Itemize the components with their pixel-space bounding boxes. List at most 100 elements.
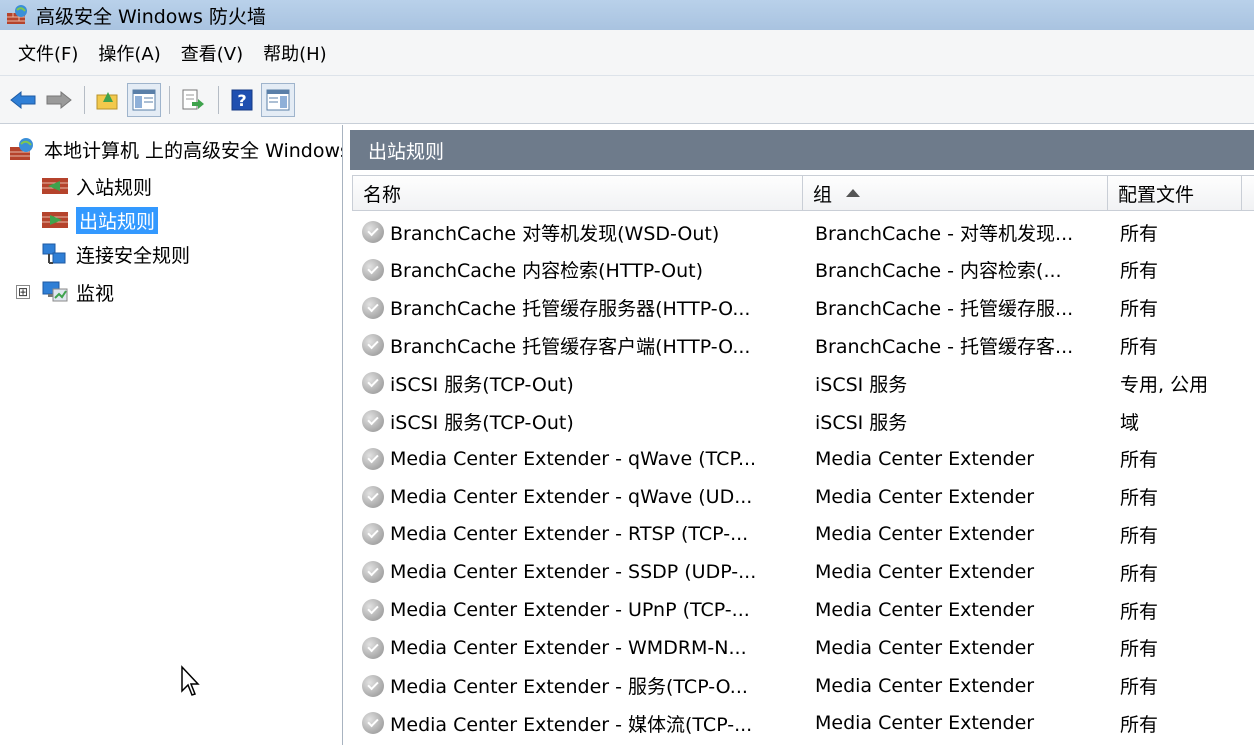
forward-button[interactable]	[42, 83, 76, 117]
rule-group: Media Center Extender	[815, 485, 1035, 508]
forward-icon	[46, 90, 72, 109]
rule-name: Media Center Extender - SSDP (UDP-...	[390, 561, 757, 584]
cell-name: BranchCache 内容检索(HTTP-Out)	[362, 251, 802, 289]
export-list-button[interactable]	[176, 83, 210, 117]
rule-profile: 所有	[1120, 638, 1159, 661]
table-row[interactable]: iSCSI 服务(TCP-Out) iSCSI 服务 专用, 公用	[344, 364, 1254, 402]
tree-item-outbound-rules[interactable]: 出站规则	[40, 203, 159, 237]
rule-group: BranchCache - 托管缓存客...	[815, 335, 1074, 358]
cell-name: Media Center Extender - 媒体流(TCP-...	[362, 704, 802, 742]
back-icon	[10, 90, 36, 109]
menu-help[interactable]: 帮助(H)	[253, 34, 337, 72]
console-tree: 本地计算机 上的高级安全 Windows 防火墙 入站规则 出站规则	[0, 125, 343, 745]
rule-group: BranchCache - 内容检索(...	[815, 260, 1062, 283]
rule-profile: 所有	[1120, 449, 1159, 472]
rule-name: Media Center Extender - qWave (TCP...	[390, 447, 757, 470]
tree-item-label: 出站规则	[76, 206, 159, 234]
table-row[interactable]: Media Center Extender - RTSP (TCP-... Med…	[344, 515, 1254, 553]
column-header-group[interactable]: 组	[803, 175, 1108, 211]
column-header-label: 名称	[363, 183, 402, 206]
rule-name: iSCSI 服务(TCP-Out)	[390, 373, 574, 396]
firewall-icon	[8, 136, 38, 162]
table-row[interactable]: Media Center Extender - 服务(TCP-O... Media…	[344, 667, 1254, 705]
table-row[interactable]: iSCSI 服务(TCP-Out) iSCSI 服务 域	[344, 402, 1254, 440]
help-icon: ?	[231, 89, 253, 110]
rule-group: Media Center Extender	[815, 599, 1035, 621]
rule-enabled-icon	[362, 561, 384, 584]
rule-enabled-icon	[362, 712, 384, 735]
rule-profile: 所有	[1120, 524, 1159, 547]
rule-enabled-icon	[362, 410, 384, 432]
rule-profile: 所有	[1120, 713, 1159, 736]
menu-file[interactable]: 文件(F)	[8, 34, 88, 72]
rule-name: BranchCache 内容检索(HTTP-Out)	[390, 260, 704, 283]
rule-enabled-icon	[362, 334, 384, 357]
sort-ascending-icon	[846, 189, 861, 197]
rule-profile: 专用, 公用	[1120, 373, 1209, 396]
menu-view[interactable]: 查看(V)	[171, 34, 253, 72]
back-button[interactable]	[6, 83, 40, 117]
table-row[interactable]: Media Center Extender - qWave (UD... Medi…	[344, 478, 1254, 516]
rule-profile: 所有	[1120, 222, 1159, 245]
rule-name: BranchCache 对等机发现(WSD-Out)	[390, 222, 720, 245]
show-hide-console-tree-button[interactable]	[127, 82, 161, 117]
cell-name: iSCSI 服务(TCP-Out)	[362, 402, 802, 440]
column-header-profile[interactable]: 配置文件	[1108, 175, 1242, 211]
rule-enabled-icon	[362, 674, 384, 697]
cell-name: Media Center Extender - qWave (UD...	[362, 478, 802, 516]
show-hide-action-pane-button[interactable]	[261, 82, 295, 117]
column-header-name[interactable]: 名称	[352, 175, 803, 211]
inbound-rules-icon	[40, 173, 70, 199]
table-row[interactable]: BranchCache 托管缓存服务器(HTTP-O... BranchCache…	[344, 289, 1254, 327]
column-header-label: 组	[813, 183, 833, 206]
table-row[interactable]: Media Center Extender - SSDP (UDP-... Med…	[344, 553, 1254, 591]
export-list-icon	[182, 89, 204, 109]
svg-text:?: ?	[237, 91, 246, 110]
up-folder-icon	[96, 91, 118, 109]
column-header-label: 配置文件	[1118, 183, 1195, 206]
rule-enabled-icon	[362, 258, 384, 281]
toolbar: ?	[0, 76, 1254, 124]
tree-item-inbound-rules[interactable]: 入站规则	[40, 169, 152, 203]
column-header-more[interactable]	[1242, 175, 1254, 211]
rule-profile: 所有	[1120, 260, 1159, 283]
rule-group: Media Center Extender	[815, 561, 1035, 584]
outbound-rules-icon	[40, 207, 70, 233]
cell-name: BranchCache 托管缓存客户端(HTTP-O...	[362, 326, 802, 364]
menu-action[interactable]: 操作(A)	[88, 34, 170, 72]
rule-group: iSCSI 服务	[815, 373, 908, 396]
cell-name: Media Center Extender - qWave (TCP...	[362, 440, 802, 478]
table-row[interactable]: BranchCache 托管缓存客户端(HTTP-O... BranchCache…	[344, 326, 1254, 364]
cell-name: BranchCache 对等机发现(WSD-Out)	[362, 213, 802, 251]
mouse-cursor-icon	[181, 665, 200, 696]
cell-name: Media Center Extender - 服务(TCP-O...	[362, 667, 802, 705]
rule-name: Media Center Extender - qWave (UD...	[390, 485, 753, 508]
table-row[interactable]: Media Center Extender - qWave (TCP... Med…	[344, 440, 1254, 478]
rule-name: Media Center Extender - 媒体流(TCP-...	[390, 713, 753, 736]
rule-group: Media Center Extender	[815, 447, 1035, 470]
help-button[interactable]: ?	[225, 83, 259, 117]
title-bar: 高级安全 Windows 防火墙	[0, 0, 1254, 30]
rule-profile: 所有	[1120, 298, 1159, 321]
rule-profile: 所有	[1120, 487, 1159, 510]
expand-icon[interactable]: ⊞	[16, 285, 30, 299]
toolbar-separator	[169, 85, 170, 114]
results-pane: 出站规则 名称 组 配置文件 BranchCache 对等机发现(WSD-Out…	[344, 125, 1254, 745]
rule-name: Media Center Extender - 服务(TCP-O...	[390, 676, 748, 699]
firewall-icon	[6, 4, 30, 26]
table-row[interactable]: Media Center Extender - WMDRM-N... Media …	[344, 629, 1254, 667]
window-title: 高级安全 Windows 防火墙	[36, 5, 266, 28]
table-row[interactable]: Media Center Extender - 媒体流(TCP-... Media…	[344, 704, 1254, 742]
table-row[interactable]: BranchCache 对等机发现(WSD-Out) BranchCache - …	[344, 213, 1254, 251]
table-row[interactable]: BranchCache 内容检索(HTTP-Out) BranchCache - …	[344, 251, 1254, 289]
tree-root[interactable]: 本地计算机 上的高级安全 Windows 防火墙	[8, 132, 342, 166]
rule-profile: 所有	[1120, 676, 1159, 699]
rule-enabled-icon	[362, 372, 384, 395]
tree-item-monitoring[interactable]: ⊞ 监视	[16, 275, 114, 309]
up-folder-button[interactable]	[91, 83, 125, 117]
table-row[interactable]: Media Center Extender - UPnP (TCP-... Med…	[344, 591, 1254, 629]
tree-item-label: 入站规则	[76, 176, 153, 199]
rule-group: Media Center Extender	[815, 636, 1035, 659]
tree-item-connection-security-rules[interactable]: 连接安全规则	[40, 237, 190, 271]
rule-name: iSCSI 服务(TCP-Out)	[390, 411, 574, 434]
